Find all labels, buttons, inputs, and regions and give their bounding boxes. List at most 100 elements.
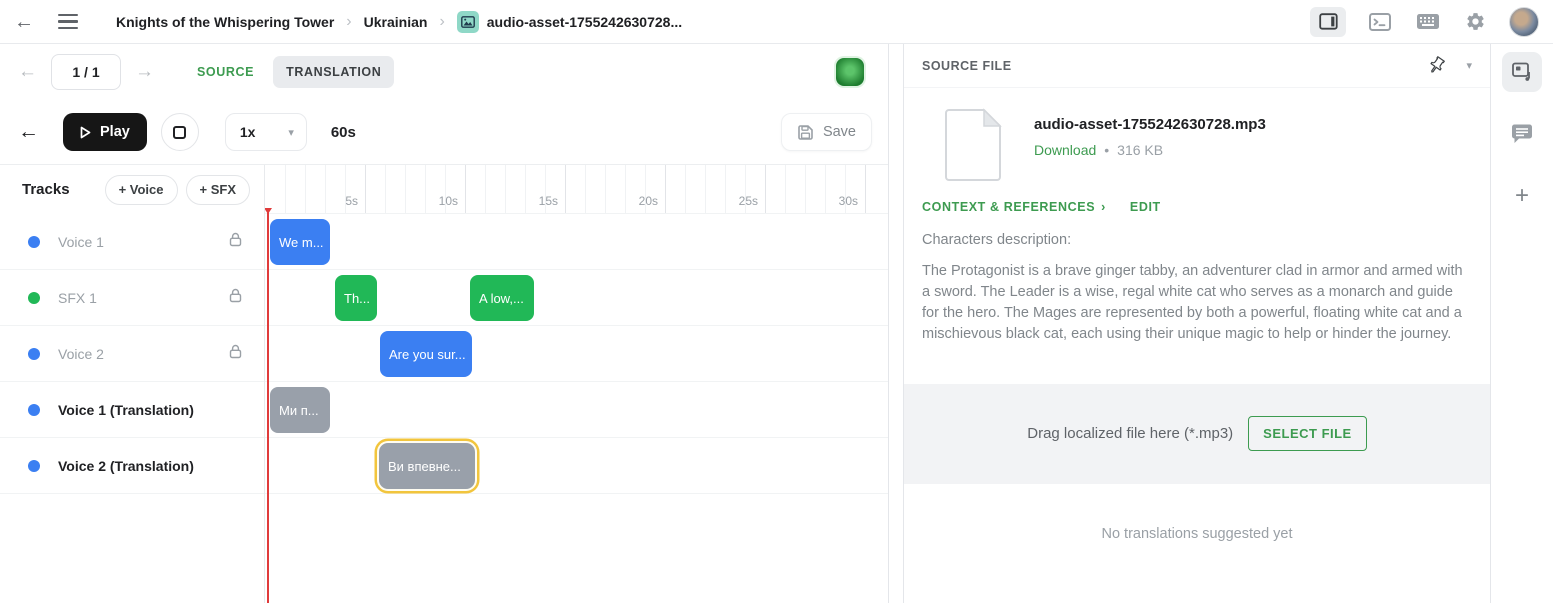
translations-empty-state: No translations suggested yet — [904, 526, 1490, 542]
ruler-tick — [585, 165, 586, 213]
playback-speed-select[interactable]: 1x ▾ — [225, 113, 307, 151]
page-prev-button[interactable]: ← — [16, 59, 39, 85]
download-link[interactable]: Download — [1034, 142, 1096, 158]
ruler-tick — [805, 165, 806, 213]
save-button[interactable]: Save — [781, 113, 872, 151]
audio-clip-2[interactable]: Th... — [335, 275, 377, 321]
timeline-row[interactable] — [265, 438, 888, 494]
keyboard-button[interactable] — [1414, 11, 1442, 32]
track-name-label: SFX 1 — [58, 290, 229, 306]
breadcrumb-item-1[interactable]: Ukrainian — [364, 14, 428, 30]
terminal-button[interactable] — [1367, 11, 1393, 33]
page-next-button[interactable]: → — [133, 59, 156, 85]
audio-clip-4[interactable]: Are you sur... — [380, 331, 472, 377]
timeline-row[interactable] — [265, 382, 888, 438]
playhead[interactable] — [267, 208, 269, 603]
lock-icon[interactable] — [229, 288, 242, 308]
tab-source[interactable]: SOURCE — [184, 56, 267, 88]
context-references-link[interactable]: CONTEXT & REFERENCES — [922, 200, 1095, 214]
track-name-label: Voice 1 — [58, 234, 229, 250]
track-row-4[interactable]: Voice 1 (Translation) — [0, 382, 264, 438]
media-audio-tab-button[interactable] — [1502, 52, 1542, 92]
ruler-tick — [565, 165, 566, 213]
track-row-1[interactable]: Voice 1 — [0, 214, 264, 270]
keyboard-icon — [1416, 13, 1440, 30]
breadcrumb-label: Knights of the Whispering Tower — [116, 14, 334, 30]
editor-panel: ← 1 / 1 → SOURCE TRANSLATION ← — [0, 44, 889, 603]
plus-icon: + — [1515, 182, 1529, 210]
ruler-tick — [725, 165, 726, 213]
chevron-down-icon: ▾ — [288, 126, 294, 139]
audio-clip-5[interactable]: Ми п... — [270, 387, 330, 433]
app-window: ← Knights of the Whispering Tower › Ukrain… — [0, 0, 1553, 603]
comment-icon — [1510, 123, 1534, 145]
back-arrow-icon: ← — [14, 12, 34, 32]
breadcrumb-item-2[interactable]: audio-asset-1755242630728... — [457, 11, 682, 33]
settings-button[interactable] — [1463, 9, 1488, 34]
timeline-row[interactable] — [265, 214, 888, 270]
ruler-tick — [865, 165, 866, 213]
pin-button[interactable] — [1425, 54, 1448, 77]
add-panel-button[interactable]: + — [1502, 176, 1542, 216]
stop-button[interactable] — [161, 113, 199, 151]
track-name-label: Voice 1 (Translation) — [58, 402, 242, 418]
transport-back-button[interactable]: ← — [16, 118, 63, 146]
add-sfx-button[interactable]: + SFX — [186, 175, 251, 205]
context-references-row: CONTEXT & REFERENCES › EDIT — [904, 200, 1490, 214]
dot-separator: • — [1104, 142, 1109, 158]
track-row-2[interactable]: SFX 1 — [0, 270, 264, 326]
stop-icon — [173, 126, 186, 139]
ruler-tick — [365, 165, 366, 213]
save-disk-icon — [797, 124, 814, 141]
timeline-ruler[interactable]: 5s10s15s20s25s30s — [265, 165, 888, 214]
ruler-label: 15s — [539, 194, 558, 208]
tab-translation[interactable]: TRANSLATION — [273, 56, 394, 88]
play-button[interactable]: Play — [63, 113, 147, 151]
ruler-tick — [485, 165, 486, 213]
edit-link[interactable]: EDIT — [1130, 200, 1161, 214]
user-avatar[interactable] — [1509, 7, 1539, 37]
panel-resizer[interactable] — [889, 44, 903, 603]
ruler-label: 25s — [739, 194, 758, 208]
ruler-tick — [325, 165, 326, 213]
breadcrumb-separator: › — [439, 13, 444, 31]
timeline-row[interactable] — [265, 326, 888, 382]
track-color-dot — [28, 348, 40, 360]
transport-bar: ← Play 1x ▾ 60s — [0, 100, 888, 164]
track-row-5[interactable]: Voice 2 (Translation) — [0, 438, 264, 494]
media-thumbnail-icon — [457, 11, 479, 33]
back-arrow-icon: ← — [18, 120, 39, 144]
source-file-panel: SOURCE FILE ▾ — [903, 44, 1490, 603]
hamburger-icon — [58, 14, 78, 29]
audio-clip-3[interactable]: A low,... — [470, 275, 534, 321]
timeline-canvas[interactable]: 5s10s15s20s25s30s We m...Th...A low,...A… — [265, 165, 888, 603]
back-button[interactable]: ← — [12, 10, 36, 34]
lock-icon[interactable] — [229, 344, 242, 364]
breadcrumb-item-0[interactable]: Knights of the Whispering Tower — [116, 14, 334, 30]
menu-button[interactable] — [56, 12, 80, 31]
ruler-tick — [625, 165, 626, 213]
add-voice-button[interactable]: + Voice — [105, 175, 178, 205]
audio-clip-6[interactable]: Ви впевне... — [379, 443, 475, 489]
track-color-dot — [28, 460, 40, 472]
ruler-tick — [405, 165, 406, 213]
ruler-tick — [825, 165, 826, 213]
audio-clip-1[interactable]: We m... — [270, 219, 330, 265]
total-duration-label: 60s — [331, 124, 356, 141]
track-name-label: Voice 2 — [58, 346, 229, 362]
collapse-panel-button[interactable]: ▾ — [1464, 57, 1474, 74]
description-text: The Protagonist is a brave ginger tabby,… — [904, 261, 1490, 346]
ruler-label: 20s — [639, 194, 658, 208]
green-status-badge-icon[interactable] — [836, 58, 864, 86]
gear-icon — [1465, 11, 1486, 32]
breadcrumb: Knights of the Whispering Tower › Ukrainia… — [116, 11, 682, 33]
localized-file-dropzone[interactable]: Drag localized file here (*.mp3) SELECT … — [904, 384, 1490, 484]
comments-tab-button[interactable] — [1502, 114, 1542, 154]
panel-layout-toggle-button[interactable] — [1310, 7, 1346, 37]
page-indicator: 1 / 1 — [51, 54, 121, 90]
lock-icon[interactable] — [229, 232, 242, 252]
chevron-right-icon: › — [1101, 200, 1106, 214]
track-row-3[interactable]: Voice 2 — [0, 326, 264, 382]
tracks-header: Tracks + Voice + SFX — [0, 165, 264, 214]
select-file-button[interactable]: SELECT FILE — [1248, 416, 1367, 451]
